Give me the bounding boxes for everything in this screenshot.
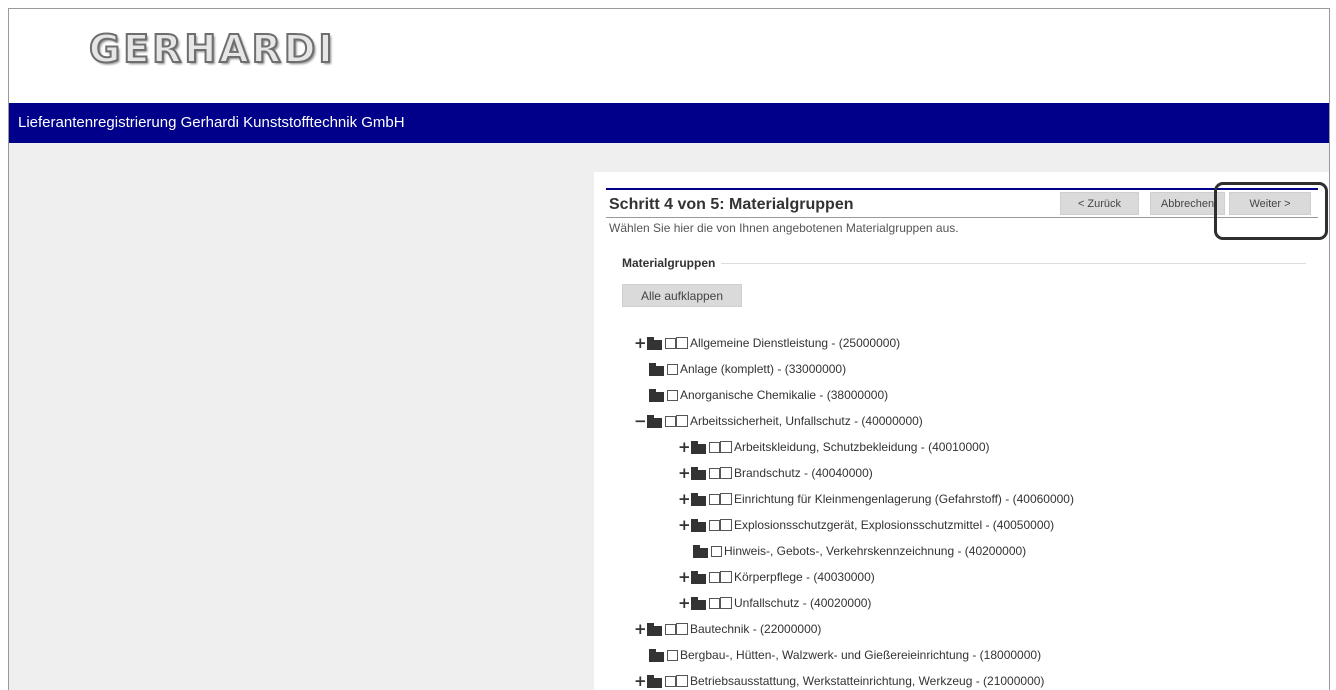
select-children-checkbox[interactable]	[709, 597, 720, 609]
tree-item-label: Anorganische Chemikalie - (38000000)	[680, 388, 889, 402]
back-button[interactable]: < Zurück	[1060, 192, 1139, 215]
tree-item: + Einrichtung für Kleinmengenlagerung (Ge…	[678, 490, 1074, 508]
tree-item-label: Anlage (komplett) - (33000000)	[680, 362, 847, 376]
tree-item-label: Explosionsschutzgerät, Explosionsschutzm…	[734, 518, 1055, 532]
gerhardi-logo: GERHARDI	[88, 26, 336, 72]
folder-icon	[649, 649, 664, 662]
title-bar: Lieferantenregistrierung Gerhardi Kunsts…	[9, 103, 1329, 143]
tree-item-label: Allgemeine Dienstleistung - (25000000)	[690, 336, 901, 350]
step-description: Wählen Sie hier die von Ihnen angebotene…	[609, 221, 959, 235]
select-children-checkbox[interactable]	[709, 571, 720, 583]
expand-icon[interactable]: +	[634, 621, 647, 637]
select-checkbox[interactable]	[667, 649, 678, 661]
select-checkbox[interactable]	[720, 571, 732, 583]
tree-item: Anlage (komplett) - (33000000)	[647, 360, 846, 378]
next-button-highlight	[1214, 182, 1328, 240]
select-checkbox[interactable]	[720, 597, 732, 609]
browser-page: GERHARDI Lieferantenregistrierung Gerhar…	[8, 8, 1330, 690]
select-children-checkbox[interactable]	[665, 675, 676, 687]
collapse-icon[interactable]: −	[634, 413, 647, 429]
tree-item: + Explosionsschutzgerät, Explosionsschutz…	[678, 516, 1054, 534]
tree-item: Anorganische Chemikalie - (38000000)	[647, 386, 888, 404]
tree-item-label: Unfallschutz - (40020000)	[734, 596, 872, 610]
section-title: Materialgruppen	[622, 256, 722, 270]
select-checkbox[interactable]	[676, 337, 688, 349]
select-children-checkbox[interactable]	[709, 467, 720, 479]
folder-icon	[693, 545, 708, 558]
tree-item: + Allgemeine Dienstleistung - (25000000)	[634, 334, 900, 352]
tree-item: + Arbeitskleidung, Schutzbekleidung - (40…	[678, 438, 990, 456]
tree-item: − Arbeitssicherheit, Unfallschutz - (4000…	[634, 412, 923, 430]
page-title: Lieferantenregistrierung Gerhardi Kunsts…	[18, 114, 405, 131]
expand-icon[interactable]: +	[678, 465, 691, 481]
tree-item: Hinweis-, Gebots-, Verkehrskennzeichnung…	[691, 542, 1026, 560]
site-header: GERHARDI	[9, 9, 1329, 103]
panel-top-border	[606, 188, 1318, 190]
folder-icon	[691, 493, 706, 506]
select-children-checkbox[interactable]	[665, 623, 676, 635]
tree-item-label: Bautechnik - (22000000)	[690, 622, 822, 636]
tree-item-label: Hinweis-, Gebots-, Verkehrskennzeichnung…	[724, 544, 1027, 558]
select-checkbox[interactable]	[676, 675, 688, 687]
expand-icon[interactable]: +	[678, 595, 691, 611]
select-checkbox[interactable]	[676, 623, 688, 635]
select-children-checkbox[interactable]	[665, 415, 676, 427]
expand-icon[interactable]: +	[678, 439, 691, 455]
select-checkbox[interactable]	[711, 545, 722, 557]
tree-item: + Brandschutz - (40040000)	[678, 464, 873, 482]
expand-icon[interactable]: +	[678, 569, 691, 585]
folder-icon	[691, 571, 706, 584]
wizard-panel: Schritt 4 von 5: Materialgruppen < Zurüc…	[594, 172, 1329, 690]
folder-icon	[647, 675, 662, 688]
step-title: Schritt 4 von 5: Materialgruppen	[609, 196, 854, 213]
tree-item: Bergbau-, Hütten-, Walzwerk- und Gießere…	[647, 646, 1041, 664]
tree-item-label: Arbeitskleidung, Schutzbekleidung - (400…	[734, 440, 990, 454]
folder-icon	[647, 623, 662, 636]
expand-icon[interactable]: +	[634, 335, 647, 351]
header-divider	[606, 217, 1318, 218]
select-checkbox[interactable]	[720, 493, 732, 505]
select-checkbox[interactable]	[720, 441, 732, 453]
tree-item-label: Bergbau-, Hütten-, Walzwerk- und Gießere…	[680, 648, 1042, 662]
folder-icon	[649, 363, 664, 376]
folder-icon	[691, 597, 706, 610]
select-checkbox[interactable]	[667, 389, 678, 401]
folder-icon	[649, 389, 664, 402]
tree-item-label: Einrichtung für Kleinmengenlagerung (Gef…	[734, 492, 1074, 506]
tree-item-label: Brandschutz - (40040000)	[734, 466, 873, 480]
select-children-checkbox[interactable]	[709, 493, 720, 505]
select-checkbox[interactable]	[676, 415, 688, 427]
expand-icon[interactable]: +	[678, 517, 691, 533]
folder-icon	[691, 519, 706, 532]
tree-item: + Bautechnik - (22000000)	[634, 620, 821, 638]
folder-icon	[647, 415, 662, 428]
expand-all-button[interactable]: Alle aufklappen	[622, 284, 742, 307]
expand-icon[interactable]: +	[678, 491, 691, 507]
folder-icon	[691, 467, 706, 480]
select-checkbox[interactable]	[720, 467, 732, 479]
tree-item: + Unfallschutz - (40020000)	[678, 594, 871, 612]
tree-item-label: Arbeitssicherheit, Unfallschutz - (40000…	[690, 414, 923, 428]
tree-item: + Körperpflege - (40030000)	[678, 568, 875, 586]
tree-item: + Betriebsausstattung, Werkstatteinrichtu…	[634, 672, 1044, 690]
folder-icon	[647, 337, 662, 350]
section-divider	[622, 263, 1306, 264]
tree-item-label: Betriebsausstattung, Werkstatteinrichtun…	[690, 674, 1045, 688]
select-children-checkbox[interactable]	[709, 519, 720, 531]
expand-icon[interactable]: +	[634, 673, 647, 689]
select-children-checkbox[interactable]	[709, 441, 720, 453]
tree-item-label: Körperpflege - (40030000)	[734, 570, 875, 584]
select-checkbox[interactable]	[720, 519, 732, 531]
folder-icon	[691, 441, 706, 454]
select-checkbox[interactable]	[667, 363, 678, 375]
select-children-checkbox[interactable]	[665, 337, 676, 349]
